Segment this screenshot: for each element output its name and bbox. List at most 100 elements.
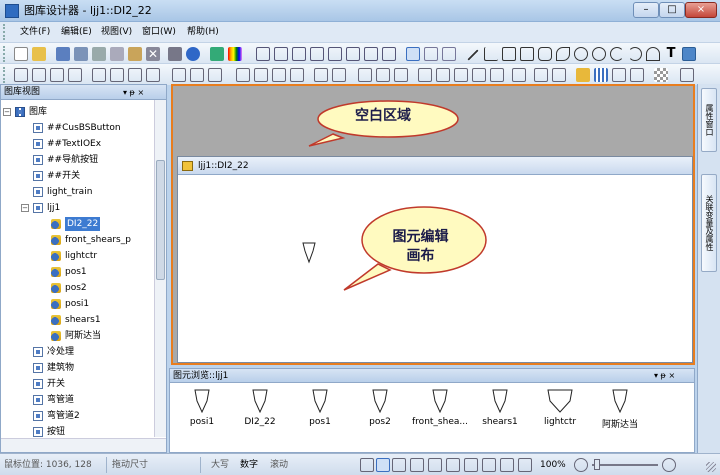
- flip-vertical-icon[interactable]: [68, 68, 82, 82]
- tree-item[interactable]: ##导航按钮: [1, 152, 154, 168]
- status-zoom-out-icon[interactable]: [428, 458, 442, 472]
- same-height-icon[interactable]: [376, 68, 390, 82]
- tree-item[interactable]: pos2: [1, 280, 154, 296]
- align-middle-icon[interactable]: [172, 68, 186, 82]
- tree-item[interactable]: − ljj1: [1, 200, 154, 216]
- chord-icon[interactable]: [646, 47, 660, 61]
- layer-icon[interactable]: [630, 68, 644, 82]
- zoom-slider-handle[interactable]: [594, 459, 600, 470]
- status-full-icon[interactable]: [482, 458, 496, 472]
- library-tree-hscrollbar[interactable]: [1, 438, 166, 452]
- tree-item[interactable]: 冷处理: [1, 344, 154, 360]
- tab-properties-window[interactable]: 属性窗口: [701, 88, 717, 152]
- tree-item[interactable]: ##TextIOEx: [1, 136, 154, 152]
- rotate-select-icon[interactable]: [424, 47, 438, 61]
- print-icon[interactable]: [168, 47, 182, 61]
- zoom-in-round-icon[interactable]: [662, 458, 676, 472]
- tree-item[interactable]: ##CusBSButton: [1, 120, 154, 136]
- tab-linked-variables[interactable]: 关联变量及属性: [701, 174, 717, 272]
- tree-item[interactable]: 建筑物: [1, 360, 154, 376]
- center-v-icon[interactable]: [472, 68, 486, 82]
- tree-item[interactable]: − 图库: [1, 104, 154, 120]
- menu-window[interactable]: 窗口(W): [142, 25, 176, 39]
- polyline-icon[interactable]: [484, 47, 498, 61]
- align-bottom-icon[interactable]: [190, 68, 204, 82]
- zoom-width-icon[interactable]: [382, 47, 396, 61]
- gallery-item[interactable]: lightctr: [530, 385, 590, 433]
- curve-icon[interactable]: [556, 47, 570, 61]
- ungroup-icon[interactable]: [332, 68, 346, 82]
- copy-icon[interactable]: [110, 47, 124, 61]
- bring-front-icon[interactable]: [236, 68, 250, 82]
- hand-tool-icon[interactable]: [360, 458, 374, 472]
- tree-item[interactable]: 弯管道: [1, 392, 154, 408]
- new-icon[interactable]: [14, 47, 28, 61]
- zoom-page-icon[interactable]: [364, 47, 378, 61]
- send-back-icon[interactable]: [254, 68, 268, 82]
- zoom-slider-track[interactable]: [592, 464, 658, 466]
- star-icon[interactable]: [210, 47, 224, 61]
- resize-grip[interactable]: [706, 462, 716, 472]
- menu-file[interactable]: 文件(F): [20, 25, 50, 39]
- tree-item[interactable]: 弯管道2: [1, 408, 154, 424]
- menubar-grip[interactable]: [3, 24, 7, 40]
- text-tool-icon[interactable]: T: [664, 47, 678, 61]
- gallery-item[interactable]: pos1: [290, 385, 350, 433]
- gallery-item[interactable]: pos2: [350, 385, 410, 433]
- toolbar2-grip[interactable]: [3, 67, 7, 83]
- help-icon[interactable]: [186, 47, 200, 61]
- ellipse-icon[interactable]: [574, 47, 588, 61]
- align-center-icon[interactable]: [110, 68, 124, 82]
- circle-icon[interactable]: [592, 47, 606, 61]
- center-h-icon[interactable]: [454, 68, 468, 82]
- properties-icon[interactable]: [612, 68, 626, 82]
- tree-expander[interactable]: −: [21, 204, 29, 212]
- menu-view[interactable]: 视图(V): [101, 25, 132, 39]
- space-v-icon[interactable]: [436, 68, 450, 82]
- same-size-icon[interactable]: [394, 68, 408, 82]
- same-width-icon[interactable]: [358, 68, 372, 82]
- tree-item[interactable]: pos1: [1, 264, 154, 280]
- workspace-area[interactable]: 空白区域 ljj1::DI2_22 图元编辑 画布: [171, 84, 695, 365]
- pan-hand-icon[interactable]: [310, 47, 324, 61]
- select-arrow-icon[interactable]: [406, 47, 420, 61]
- status-zoom-window-icon[interactable]: [464, 458, 478, 472]
- di2-22-element[interactable]: [302, 242, 316, 264]
- delete-icon[interactable]: ✕: [146, 47, 160, 61]
- group-icon[interactable]: [314, 68, 328, 82]
- center-both-icon[interactable]: [512, 68, 526, 82]
- node-edit-icon[interactable]: [442, 47, 456, 61]
- zoom-minus-icon[interactable]: [346, 47, 360, 61]
- tree-item[interactable]: ##开关: [1, 168, 154, 184]
- redo-icon[interactable]: [552, 68, 566, 82]
- tree-item[interactable]: light_train: [1, 184, 154, 200]
- send-backward-icon[interactable]: [290, 68, 304, 82]
- align-left-icon[interactable]: [92, 68, 106, 82]
- grid-icon[interactable]: [594, 68, 608, 82]
- maximize-button[interactable]: □: [659, 2, 685, 18]
- flip-horizontal-icon[interactable]: [50, 68, 64, 82]
- align-right-icon[interactable]: [128, 68, 142, 82]
- status-width-icon[interactable]: [500, 458, 514, 472]
- toolbar-grip[interactable]: [3, 46, 7, 62]
- zoom-window-icon[interactable]: [292, 47, 306, 61]
- paste-icon[interactable]: [128, 47, 142, 61]
- tree-item[interactable]: front_shears_p: [1, 232, 154, 248]
- zoom-plus-icon[interactable]: [328, 47, 342, 61]
- rotate-right-icon[interactable]: [32, 68, 46, 82]
- editing-canvas[interactable]: [178, 176, 692, 362]
- rotate-left-icon[interactable]: [14, 68, 28, 82]
- gallery-item[interactable]: front_shea...: [410, 385, 470, 433]
- space-h-icon[interactable]: [418, 68, 432, 82]
- arc-icon[interactable]: [610, 47, 624, 61]
- gallery-item[interactable]: DI2_22: [230, 385, 290, 433]
- image-tool-icon[interactable]: [682, 47, 696, 61]
- tree-item[interactable]: shears1: [1, 312, 154, 328]
- gallery-item[interactable]: 阿斯达当: [590, 385, 650, 433]
- rectangle-icon[interactable]: [520, 47, 534, 61]
- tree-item[interactable]: 按钮: [1, 424, 154, 437]
- rounded-rect-icon[interactable]: [538, 47, 552, 61]
- status-height-icon[interactable]: [518, 458, 532, 472]
- gallery-item[interactable]: posi1: [172, 385, 232, 433]
- save-icon[interactable]: [56, 47, 70, 61]
